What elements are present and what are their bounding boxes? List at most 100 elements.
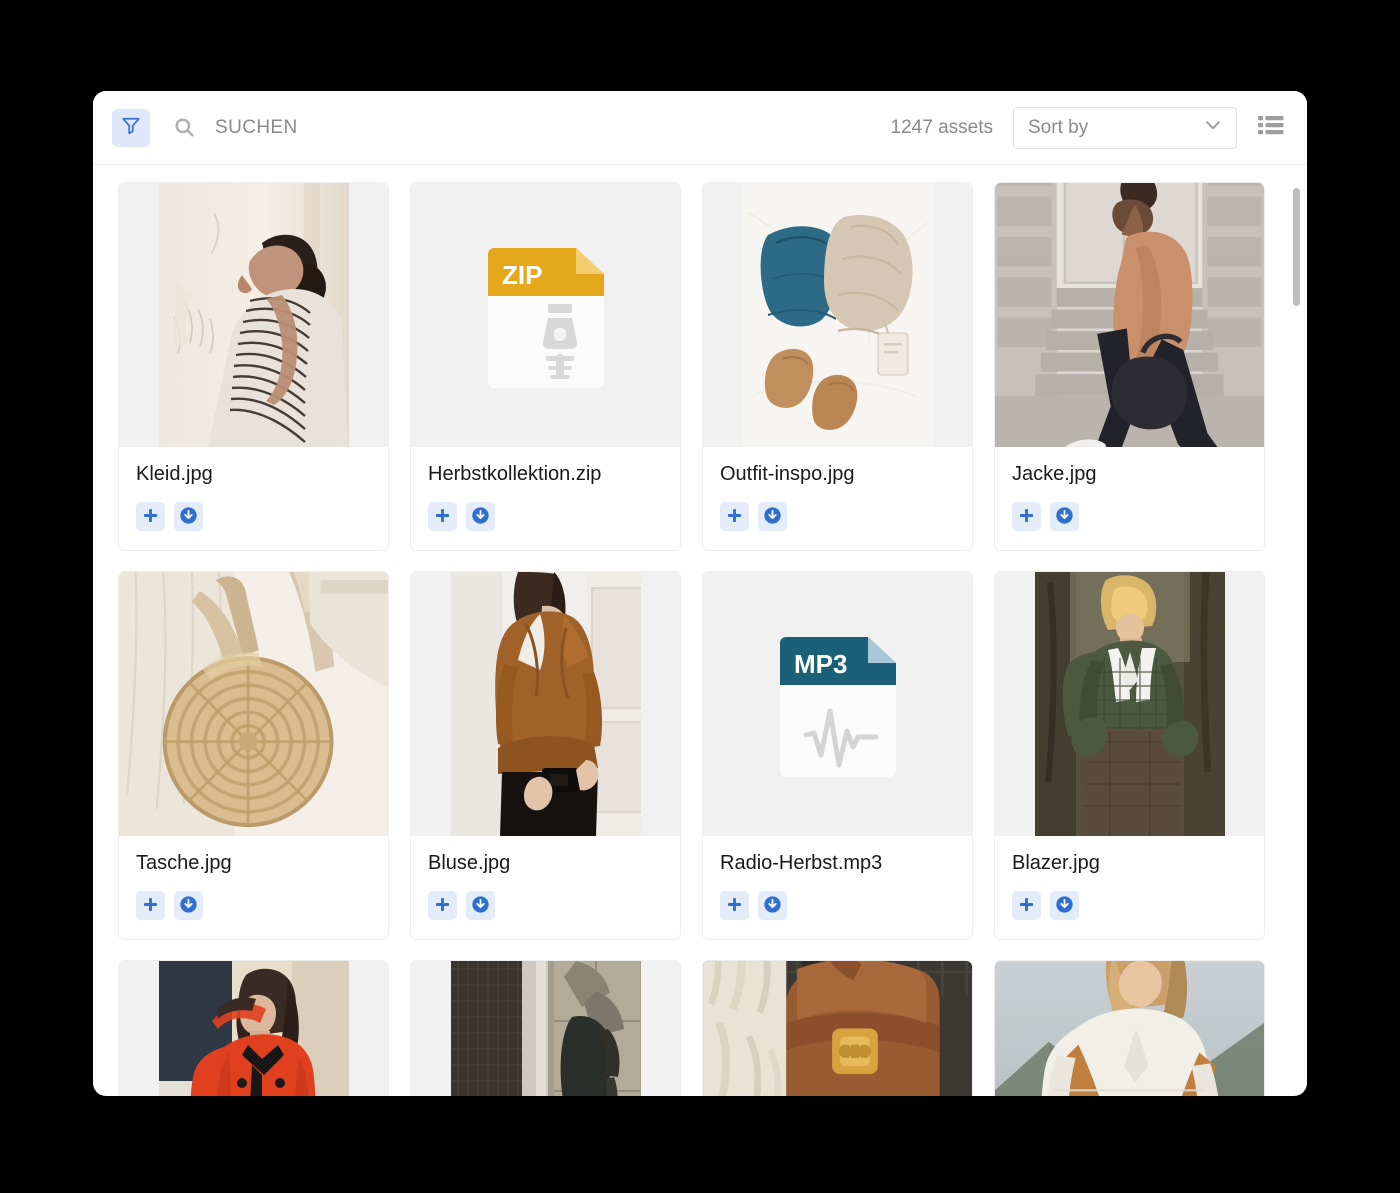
- add-to-collection-button[interactable]: [136, 891, 165, 920]
- search-input[interactable]: [215, 107, 891, 148]
- asset-card-body: Outfit-inspo.jpg: [703, 447, 972, 550]
- sort-by-label: Sort by: [1028, 116, 1089, 138]
- asset-card[interactable]: MP3 Radio-Herbst.mp3: [702, 571, 973, 940]
- add-to-collection-button[interactable]: [1012, 891, 1041, 920]
- download-button[interactable]: [758, 502, 787, 531]
- plus-icon: [1018, 507, 1035, 527]
- download-button[interactable]: [1050, 891, 1079, 920]
- asset-card[interactable]: Bluse.jpg: [410, 571, 681, 940]
- asset-card[interactable]: Outfit-inspo.jpg: [702, 182, 973, 551]
- plus-icon: [142, 507, 159, 527]
- asset-actions: [136, 891, 371, 920]
- asset-card[interactable]: [702, 960, 973, 1096]
- asset-library-window: 1247 assets Sort by: [93, 91, 1307, 1096]
- scrollbar-thumb[interactable]: [1293, 188, 1300, 306]
- zip-file-icon: ZIP: [487, 248, 604, 388]
- asset-card[interactable]: ZIP Herbstkollektion.zip: [410, 182, 681, 551]
- asset-card[interactable]: Kleid.jpg: [118, 182, 389, 551]
- asset-grid: Kleid.jpg ZIP Herbstkollektion.zip Outfi…: [118, 182, 1285, 1096]
- asset-thumbnail[interactable]: ZIP: [411, 183, 680, 447]
- asset-filename: Bluse.jpg: [428, 852, 511, 874]
- asset-thumbnail[interactable]: [703, 183, 972, 447]
- asset-filename: Herbstkollektion.zip: [428, 463, 602, 485]
- add-to-collection-button[interactable]: [136, 502, 165, 531]
- sort-by-select[interactable]: Sort by: [1013, 106, 1237, 149]
- asset-thumbnail[interactable]: [119, 572, 388, 836]
- asset-thumbnail[interactable]: [703, 961, 972, 1096]
- download-icon: [179, 506, 198, 528]
- asset-card-body: Kleid.jpg: [119, 447, 388, 550]
- asset-filename: Kleid.jpg: [136, 463, 213, 485]
- add-to-collection-button[interactable]: [428, 891, 457, 920]
- toolbar: 1247 assets Sort by: [93, 91, 1307, 165]
- chevron-down-icon: [1202, 114, 1224, 141]
- asset-card[interactable]: Jacke.jpg: [994, 182, 1265, 551]
- asset-actions: [1012, 891, 1247, 920]
- list-view-toggle[interactable]: [1257, 114, 1285, 142]
- download-button[interactable]: [466, 891, 495, 920]
- asset-card-body: Jacke.jpg: [995, 447, 1264, 550]
- asset-actions: [428, 502, 663, 531]
- asset-filename: Blazer.jpg: [1012, 852, 1100, 874]
- asset-card-body: Radio-Herbst.mp3: [703, 836, 972, 939]
- download-button[interactable]: [174, 502, 203, 531]
- download-icon: [763, 895, 782, 917]
- filter-funnel-icon: [120, 114, 142, 141]
- asset-card[interactable]: [410, 960, 681, 1096]
- download-icon: [763, 506, 782, 528]
- asset-thumbnail[interactable]: [995, 183, 1264, 447]
- asset-card[interactable]: [118, 960, 389, 1096]
- asset-thumbnail[interactable]: [995, 572, 1264, 836]
- asset-filename: Outfit-inspo.jpg: [720, 463, 855, 485]
- download-button[interactable]: [1050, 502, 1079, 531]
- download-icon: [179, 895, 198, 917]
- download-button[interactable]: [466, 502, 495, 531]
- svg-text:MP3: MP3: [794, 649, 847, 679]
- asset-card[interactable]: Blazer.jpg: [994, 571, 1265, 940]
- asset-actions: [720, 891, 955, 920]
- asset-card-body: Blazer.jpg: [995, 836, 1264, 939]
- asset-thumbnail[interactable]: [411, 961, 680, 1096]
- asset-filename: Jacke.jpg: [1012, 463, 1097, 485]
- add-to-collection-button[interactable]: [720, 502, 749, 531]
- asset-actions: [1012, 502, 1247, 531]
- add-to-collection-button[interactable]: [428, 502, 457, 531]
- plus-icon: [1018, 896, 1035, 916]
- plus-icon: [142, 896, 159, 916]
- asset-card-body: Tasche.jpg: [119, 836, 388, 939]
- download-icon: [471, 506, 490, 528]
- asset-thumbnail[interactable]: [995, 961, 1264, 1096]
- download-icon: [1055, 506, 1074, 528]
- download-icon: [471, 895, 490, 917]
- asset-filename: Radio-Herbst.mp3: [720, 852, 883, 874]
- plus-icon: [434, 507, 451, 527]
- mp3-file-icon: MP3: [779, 637, 896, 777]
- list-view-icon: [1258, 114, 1284, 141]
- asset-filename: Tasche.jpg: [136, 852, 232, 874]
- asset-card-body: Herbstkollektion.zip: [411, 447, 680, 550]
- scrollbar-track[interactable]: [1293, 165, 1300, 1096]
- svg-text:ZIP: ZIP: [502, 260, 542, 290]
- asset-thumbnail[interactable]: [119, 183, 388, 447]
- asset-thumbnail[interactable]: MP3: [703, 572, 972, 836]
- download-button[interactable]: [758, 891, 787, 920]
- asset-grid-scroll-area: Kleid.jpg ZIP Herbstkollektion.zip Outfi…: [93, 165, 1307, 1096]
- asset-card-body: Bluse.jpg: [411, 836, 680, 939]
- asset-actions: [428, 891, 663, 920]
- asset-actions: [136, 502, 371, 531]
- asset-card[interactable]: Tasche.jpg: [118, 571, 389, 940]
- plus-icon: [726, 507, 743, 527]
- search-icon: [171, 115, 197, 141]
- download-icon: [1055, 895, 1074, 917]
- add-to-collection-button[interactable]: [1012, 502, 1041, 531]
- asset-thumbnail[interactable]: [411, 572, 680, 836]
- filter-button[interactable]: [112, 108, 150, 147]
- plus-icon: [726, 896, 743, 916]
- asset-count-label: 1247 assets: [890, 116, 993, 138]
- download-button[interactable]: [174, 891, 203, 920]
- asset-card[interactable]: [994, 960, 1265, 1096]
- plus-icon: [434, 896, 451, 916]
- asset-actions: [720, 502, 955, 531]
- add-to-collection-button[interactable]: [720, 891, 749, 920]
- asset-thumbnail[interactable]: [119, 961, 388, 1096]
